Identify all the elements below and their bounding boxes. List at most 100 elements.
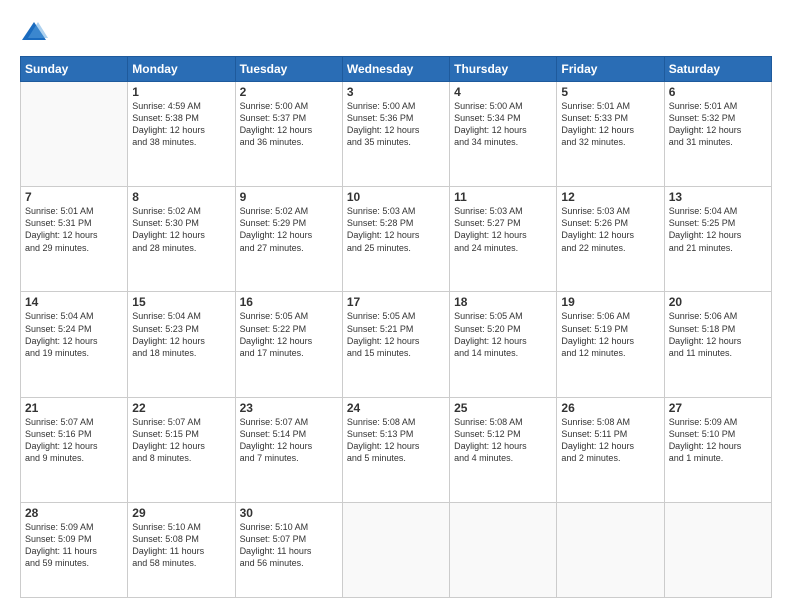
calendar-week-row: 7Sunrise: 5:01 AMSunset: 5:31 PMDaylight… [21, 187, 772, 292]
cell-info: Sunrise: 5:10 AMSunset: 5:07 PMDaylight:… [240, 521, 338, 570]
cell-info: Sunrise: 5:03 AMSunset: 5:27 PMDaylight:… [454, 205, 552, 254]
calendar-cell: 21Sunrise: 5:07 AMSunset: 5:16 PMDayligh… [21, 397, 128, 502]
cell-info: Sunrise: 5:01 AMSunset: 5:33 PMDaylight:… [561, 100, 659, 149]
calendar-cell: 30Sunrise: 5:10 AMSunset: 5:07 PMDayligh… [235, 502, 342, 597]
weekday-header-tuesday: Tuesday [235, 57, 342, 82]
day-number: 3 [347, 85, 445, 99]
day-number: 12 [561, 190, 659, 204]
weekday-header-monday: Monday [128, 57, 235, 82]
calendar-cell: 10Sunrise: 5:03 AMSunset: 5:28 PMDayligh… [342, 187, 449, 292]
calendar-cell: 25Sunrise: 5:08 AMSunset: 5:12 PMDayligh… [450, 397, 557, 502]
weekday-header-sunday: Sunday [21, 57, 128, 82]
calendar-cell: 24Sunrise: 5:08 AMSunset: 5:13 PMDayligh… [342, 397, 449, 502]
day-number: 10 [347, 190, 445, 204]
day-number: 20 [669, 295, 767, 309]
cell-info: Sunrise: 5:08 AMSunset: 5:13 PMDaylight:… [347, 416, 445, 465]
logo [20, 18, 52, 46]
calendar-cell: 12Sunrise: 5:03 AMSunset: 5:26 PMDayligh… [557, 187, 664, 292]
day-number: 13 [669, 190, 767, 204]
cell-info: Sunrise: 5:07 AMSunset: 5:14 PMDaylight:… [240, 416, 338, 465]
calendar-cell: 29Sunrise: 5:10 AMSunset: 5:08 PMDayligh… [128, 502, 235, 597]
day-number: 7 [25, 190, 123, 204]
calendar-cell [21, 82, 128, 187]
calendar-cell: 2Sunrise: 5:00 AMSunset: 5:37 PMDaylight… [235, 82, 342, 187]
cell-info: Sunrise: 5:07 AMSunset: 5:16 PMDaylight:… [25, 416, 123, 465]
calendar-cell: 26Sunrise: 5:08 AMSunset: 5:11 PMDayligh… [557, 397, 664, 502]
weekday-header-saturday: Saturday [664, 57, 771, 82]
day-number: 30 [240, 506, 338, 520]
calendar-cell: 16Sunrise: 5:05 AMSunset: 5:22 PMDayligh… [235, 292, 342, 397]
calendar-week-row: 1Sunrise: 4:59 AMSunset: 5:38 PMDaylight… [21, 82, 772, 187]
calendar-cell [664, 502, 771, 597]
day-number: 14 [25, 295, 123, 309]
page: SundayMondayTuesdayWednesdayThursdayFrid… [0, 0, 792, 612]
logo-icon [20, 18, 48, 46]
day-number: 9 [240, 190, 338, 204]
calendar-table: SundayMondayTuesdayWednesdayThursdayFrid… [20, 56, 772, 598]
calendar-week-row: 28Sunrise: 5:09 AMSunset: 5:09 PMDayligh… [21, 502, 772, 597]
day-number: 16 [240, 295, 338, 309]
calendar-cell: 7Sunrise: 5:01 AMSunset: 5:31 PMDaylight… [21, 187, 128, 292]
day-number: 6 [669, 85, 767, 99]
cell-info: Sunrise: 5:00 AMSunset: 5:36 PMDaylight:… [347, 100, 445, 149]
cell-info: Sunrise: 5:02 AMSunset: 5:30 PMDaylight:… [132, 205, 230, 254]
cell-info: Sunrise: 5:05 AMSunset: 5:22 PMDaylight:… [240, 310, 338, 359]
calendar-cell: 27Sunrise: 5:09 AMSunset: 5:10 PMDayligh… [664, 397, 771, 502]
calendar-cell [450, 502, 557, 597]
weekday-header-wednesday: Wednesday [342, 57, 449, 82]
cell-info: Sunrise: 5:08 AMSunset: 5:12 PMDaylight:… [454, 416, 552, 465]
cell-info: Sunrise: 5:04 AMSunset: 5:24 PMDaylight:… [25, 310, 123, 359]
calendar-cell: 17Sunrise: 5:05 AMSunset: 5:21 PMDayligh… [342, 292, 449, 397]
cell-info: Sunrise: 5:01 AMSunset: 5:31 PMDaylight:… [25, 205, 123, 254]
cell-info: Sunrise: 4:59 AMSunset: 5:38 PMDaylight:… [132, 100, 230, 149]
cell-info: Sunrise: 5:05 AMSunset: 5:21 PMDaylight:… [347, 310, 445, 359]
calendar-cell: 22Sunrise: 5:07 AMSunset: 5:15 PMDayligh… [128, 397, 235, 502]
cell-info: Sunrise: 5:00 AMSunset: 5:34 PMDaylight:… [454, 100, 552, 149]
calendar-cell: 19Sunrise: 5:06 AMSunset: 5:19 PMDayligh… [557, 292, 664, 397]
weekday-header-friday: Friday [557, 57, 664, 82]
calendar-cell: 23Sunrise: 5:07 AMSunset: 5:14 PMDayligh… [235, 397, 342, 502]
calendar-cell: 11Sunrise: 5:03 AMSunset: 5:27 PMDayligh… [450, 187, 557, 292]
calendar-cell: 13Sunrise: 5:04 AMSunset: 5:25 PMDayligh… [664, 187, 771, 292]
calendar-cell: 8Sunrise: 5:02 AMSunset: 5:30 PMDaylight… [128, 187, 235, 292]
calendar-cell: 1Sunrise: 4:59 AMSunset: 5:38 PMDaylight… [128, 82, 235, 187]
weekday-header-thursday: Thursday [450, 57, 557, 82]
cell-info: Sunrise: 5:09 AMSunset: 5:09 PMDaylight:… [25, 521, 123, 570]
day-number: 17 [347, 295, 445, 309]
cell-info: Sunrise: 5:04 AMSunset: 5:25 PMDaylight:… [669, 205, 767, 254]
cell-info: Sunrise: 5:05 AMSunset: 5:20 PMDaylight:… [454, 310, 552, 359]
cell-info: Sunrise: 5:03 AMSunset: 5:26 PMDaylight:… [561, 205, 659, 254]
cell-info: Sunrise: 5:06 AMSunset: 5:19 PMDaylight:… [561, 310, 659, 359]
calendar-cell [342, 502, 449, 597]
cell-info: Sunrise: 5:03 AMSunset: 5:28 PMDaylight:… [347, 205, 445, 254]
calendar-cell: 15Sunrise: 5:04 AMSunset: 5:23 PMDayligh… [128, 292, 235, 397]
day-number: 26 [561, 401, 659, 415]
day-number: 23 [240, 401, 338, 415]
cell-info: Sunrise: 5:04 AMSunset: 5:23 PMDaylight:… [132, 310, 230, 359]
day-number: 19 [561, 295, 659, 309]
cell-info: Sunrise: 5:00 AMSunset: 5:37 PMDaylight:… [240, 100, 338, 149]
header [20, 18, 772, 46]
day-number: 4 [454, 85, 552, 99]
calendar-cell: 6Sunrise: 5:01 AMSunset: 5:32 PMDaylight… [664, 82, 771, 187]
calendar-cell: 14Sunrise: 5:04 AMSunset: 5:24 PMDayligh… [21, 292, 128, 397]
cell-info: Sunrise: 5:01 AMSunset: 5:32 PMDaylight:… [669, 100, 767, 149]
calendar-week-row: 14Sunrise: 5:04 AMSunset: 5:24 PMDayligh… [21, 292, 772, 397]
day-number: 29 [132, 506, 230, 520]
cell-info: Sunrise: 5:08 AMSunset: 5:11 PMDaylight:… [561, 416, 659, 465]
day-number: 21 [25, 401, 123, 415]
day-number: 28 [25, 506, 123, 520]
calendar-cell: 28Sunrise: 5:09 AMSunset: 5:09 PMDayligh… [21, 502, 128, 597]
day-number: 8 [132, 190, 230, 204]
day-number: 22 [132, 401, 230, 415]
calendar-cell: 18Sunrise: 5:05 AMSunset: 5:20 PMDayligh… [450, 292, 557, 397]
day-number: 24 [347, 401, 445, 415]
weekday-header-row: SundayMondayTuesdayWednesdayThursdayFrid… [21, 57, 772, 82]
day-number: 18 [454, 295, 552, 309]
cell-info: Sunrise: 5:06 AMSunset: 5:18 PMDaylight:… [669, 310, 767, 359]
calendar-cell: 20Sunrise: 5:06 AMSunset: 5:18 PMDayligh… [664, 292, 771, 397]
day-number: 11 [454, 190, 552, 204]
day-number: 1 [132, 85, 230, 99]
day-number: 2 [240, 85, 338, 99]
day-number: 25 [454, 401, 552, 415]
